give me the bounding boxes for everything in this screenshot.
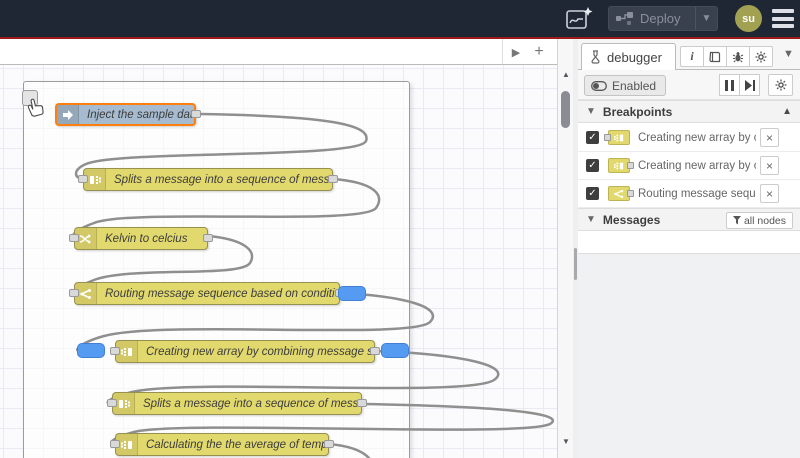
breakpoint-label: Creating new array by combining message … <box>638 159 756 172</box>
tab-label: debugger <box>607 49 662 65</box>
step-next-icon[interactable] <box>739 74 760 96</box>
chevron-down-icon[interactable]: ▼ <box>783 48 794 60</box>
filter-label: all nodes <box>743 214 786 227</box>
node-label: Splits a message into a sequence of mess… <box>114 173 332 186</box>
deploy-icon <box>616 11 633 25</box>
canvas-vertical-scrollbar[interactable]: ▲ ▼ <box>557 39 573 458</box>
debugger-enabled-toggle[interactable]: Enabled <box>584 75 667 96</box>
info-icon[interactable]: i <box>680 46 704 67</box>
scroll-down-icon[interactable]: ▼ <box>558 434 574 448</box>
output-port[interactable] <box>328 175 338 183</box>
flow-node-join[interactable]: Creating new array by combining message … <box>115 340 375 363</box>
breakpoint-checkbox[interactable]: ✓ <box>586 159 599 172</box>
input-port[interactable] <box>69 289 79 297</box>
book-icon[interactable] <box>703 46 727 67</box>
funnel-icon <box>732 216 741 225</box>
wire[interactable] <box>327 442 372 458</box>
input-port[interactable] <box>78 175 88 183</box>
remove-breakpoint-button[interactable]: × <box>760 128 779 147</box>
flow-node-split[interactable]: Splits a message into a sequence of mess… <box>83 168 333 191</box>
inject-arrow-icon <box>57 105 79 124</box>
section-title: Breakpoints <box>602 104 673 119</box>
section-collapse-icon[interactable]: ▼ <box>586 106 596 117</box>
gear-icon[interactable] <box>768 74 793 96</box>
enabled-label: Enabled <box>612 78 657 93</box>
pause-icon[interactable] <box>719 74 740 96</box>
section-title: Messages <box>602 212 661 227</box>
remove-breakpoint-button[interactable]: × <box>760 184 779 203</box>
breakpoint-label: Routing message sequence based on condit… <box>638 187 756 200</box>
breakpoint-row[interactable]: ✓ Creating new array by combining messag… <box>578 152 800 180</box>
input-port[interactable] <box>69 234 79 242</box>
breakpoint-marker-input[interactable] <box>77 343 105 358</box>
output-port[interactable] <box>203 234 213 242</box>
add-flow-button[interactable]: + <box>529 42 549 62</box>
user-avatar[interactable]: su <box>735 5 762 32</box>
flow-canvas[interactable]: Inject the sample data Splits a message … <box>0 65 557 458</box>
switch-node-icon <box>608 186 634 201</box>
node-label: Calculating the the average of temperatu… <box>146 438 328 451</box>
header-bar: Deploy ▼ su <box>0 0 800 37</box>
breakpoint-marker-output[interactable] <box>338 286 366 301</box>
output-port-badge <box>627 162 634 169</box>
hand-cursor-icon <box>27 98 44 117</box>
node-label: Splits a message into a sequence of mess… <box>143 397 361 410</box>
bug-icon[interactable] <box>726 46 750 67</box>
flow-node-split[interactable]: Splits a message into a sequence of mess… <box>112 392 362 415</box>
gear-icon[interactable] <box>749 46 773 67</box>
sidebar-tabbar: debugger i ▼ <box>578 39 800 70</box>
output-port[interactable] <box>191 110 201 118</box>
flask-icon <box>591 50 600 64</box>
node-label: Kelvin to celcius <box>105 232 188 245</box>
tabbar-separator <box>502 39 503 64</box>
flow-node-change[interactable]: Kelvin to celcius <box>74 227 208 250</box>
breakpoint-label: Creating new array by combining message … <box>638 131 756 144</box>
node-label: Routing message sequence based on condit… <box>105 287 340 300</box>
message-filter-button[interactable]: all nodes <box>725 212 793 229</box>
node-label: Creating new array by combining message … <box>146 345 374 358</box>
flow-tabbar: ▶ + ▾ <box>0 39 578 65</box>
flow-node-inject[interactable]: Inject the sample data <box>55 103 196 126</box>
breakpoint-checkbox[interactable]: ✓ <box>586 131 599 144</box>
flow-node-join[interactable]: Calculating the the average of temperatu… <box>115 433 329 456</box>
avatar-initials: su <box>742 12 755 25</box>
output-port[interactable] <box>324 440 334 448</box>
scroll-up-icon[interactable]: ▲ <box>558 67 574 81</box>
input-port[interactable] <box>110 440 120 448</box>
input-port-badge <box>604 134 611 141</box>
scrollbar-thumb[interactable] <box>561 91 570 128</box>
join-node-icon <box>604 130 630 145</box>
join-node-icon <box>608 158 634 173</box>
tab-debugger[interactable]: debugger <box>581 43 676 70</box>
output-port[interactable] <box>357 399 367 407</box>
deploy-options-arrow[interactable]: ▼ <box>695 7 717 30</box>
tab-scroll-right-icon[interactable]: ▶ <box>506 42 526 62</box>
sidebar-background <box>578 253 800 458</box>
deploy-label: Deploy <box>640 11 681 26</box>
menu-icon[interactable] <box>770 8 796 29</box>
toggle-on-icon <box>591 80 607 91</box>
input-port[interactable] <box>110 347 120 355</box>
node-red-window: Deploy ▼ su ▶ + ▾ Inject the s <box>0 0 800 458</box>
output-port[interactable] <box>370 347 380 355</box>
ai-assistant-icon[interactable] <box>560 4 598 33</box>
breakpoint-row[interactable]: ✓ Creating new array by combining messag… <box>578 124 800 152</box>
scroll-to-top-icon[interactable]: ▲ <box>782 106 792 117</box>
sidebar-panel: debugger i ▼ Enabled ▼ Breakpoints ▲ ✓ C… <box>578 39 800 458</box>
breakpoint-marker-output[interactable] <box>381 343 409 358</box>
messages-section-header[interactable]: ▼ Messages all nodes <box>578 208 800 231</box>
debugger-toolbar: Enabled <box>578 70 800 100</box>
input-port[interactable] <box>107 399 117 407</box>
breakpoint-checkbox[interactable]: ✓ <box>586 187 599 200</box>
remove-breakpoint-button[interactable]: × <box>760 156 779 175</box>
section-collapse-icon[interactable]: ▼ <box>586 214 596 225</box>
output-port-badge <box>627 190 634 197</box>
divider-grip[interactable] <box>574 248 577 280</box>
breakpoints-section-header[interactable]: ▼ Breakpoints ▲ <box>578 100 800 123</box>
messages-empty-list <box>578 231 800 253</box>
flow-node-switch[interactable]: Routing message sequence based on condit… <box>74 282 340 305</box>
breakpoint-row[interactable]: ✓ Routing message sequence based on cond… <box>578 180 800 208</box>
deploy-button[interactable]: Deploy ▼ <box>608 6 718 31</box>
node-label: Inject the sample data <box>87 108 196 121</box>
